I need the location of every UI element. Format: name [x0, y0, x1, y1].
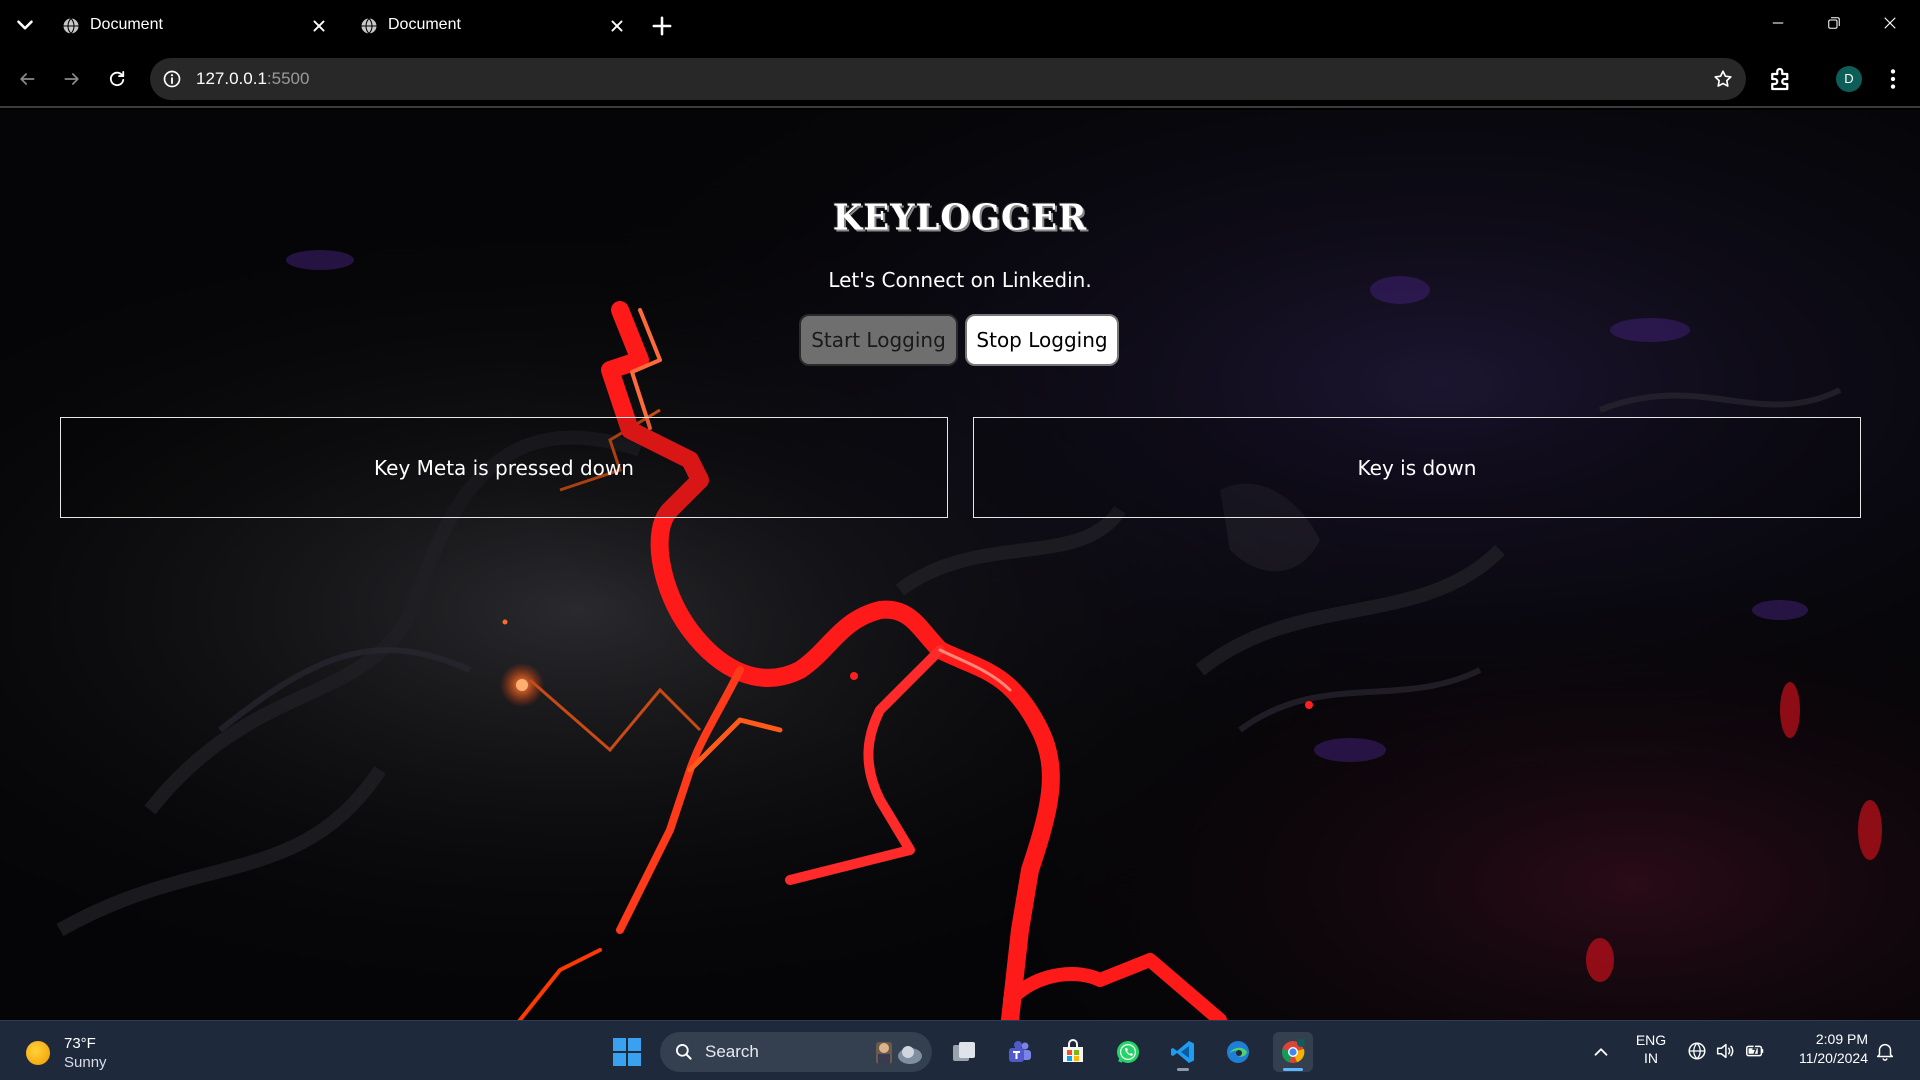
weather-condition: Sunny — [64, 1054, 107, 1071]
kebab-icon[interactable] — [1880, 66, 1906, 92]
teams-icon — [1005, 1038, 1033, 1066]
url-host: 127.0.0.1 — [196, 69, 267, 88]
tab-title: Document — [388, 16, 461, 33]
taskbar-chrome[interactable] — [1273, 1032, 1313, 1072]
arrow-right-icon — [62, 69, 82, 89]
running-indicator — [1177, 1068, 1189, 1071]
key-state-text: Key is down — [1357, 456, 1477, 480]
lang-line-1: ENG — [1635, 1032, 1667, 1048]
search-label: Search — [705, 1042, 759, 1061]
taskbar-store[interactable] — [1053, 1032, 1093, 1072]
restore-icon — [1825, 14, 1843, 32]
sun-icon — [26, 1041, 50, 1065]
volume-icon[interactable] — [1714, 1040, 1736, 1062]
stop-logging-button[interactable]: Stop Logging — [965, 314, 1119, 366]
taskbar-task-view[interactable] — [944, 1032, 984, 1072]
back-button[interactable] — [10, 62, 44, 96]
whatsapp-icon — [1114, 1038, 1142, 1066]
chrome-icon — [1279, 1038, 1307, 1066]
plus-icon[interactable] — [648, 12, 676, 40]
taskbar-edge[interactable] — [1218, 1032, 1258, 1072]
taskbar-vscode[interactable] — [1163, 1032, 1203, 1072]
page-content: KEYLOGGER Let's Connect on Linkedin. Sta… — [0, 110, 1920, 1020]
puzzle-icon[interactable] — [1766, 64, 1796, 94]
start-logging-button[interactable]: Start Logging — [799, 314, 958, 366]
weather-temp: 73°F — [64, 1035, 96, 1052]
restore-button[interactable] — [1806, 0, 1862, 48]
browser-tab[interactable]: Document — [348, 6, 638, 46]
lang-line-2: IN — [1644, 1050, 1658, 1066]
close-window-button[interactable] — [1862, 0, 1918, 48]
minimize-button[interactable] — [1750, 0, 1806, 48]
chevron-down-icon[interactable] — [12, 12, 38, 38]
globe-icon — [360, 17, 378, 35]
clock-date: 11/20/2024 — [1798, 1050, 1868, 1066]
info-icon[interactable] — [162, 69, 182, 89]
task-view-icon — [950, 1038, 978, 1066]
reload-button[interactable] — [100, 62, 134, 96]
store-icon — [1059, 1038, 1087, 1066]
windows-start-icon[interactable] — [612, 1037, 642, 1067]
vscode-icon — [1169, 1038, 1197, 1066]
edge-icon — [1224, 1038, 1252, 1066]
forward-button[interactable] — [55, 62, 89, 96]
battery-icon[interactable] — [1744, 1040, 1766, 1062]
linkedin-link[interactable]: Let's Connect on Linkedin. — [0, 268, 1920, 292]
avatar[interactable]: D — [1836, 66, 1862, 92]
taskbar-teams[interactable] — [999, 1032, 1039, 1072]
close-icon — [1881, 14, 1899, 32]
page-viewport: KEYLOGGER Let's Connect on Linkedin. Sta… — [0, 110, 1920, 1020]
minimize-icon — [1769, 14, 1787, 32]
key-event-text: Key Meta is pressed down — [374, 456, 634, 480]
weather-widget[interactable]: 73°F Sunny — [18, 1031, 128, 1073]
taskbar-whatsapp[interactable] — [1108, 1032, 1148, 1072]
taskbar: 73°F Sunny Search ENG IN 2:09 PM 11/20/2… — [0, 1020, 1920, 1080]
globe-icon — [62, 17, 80, 35]
notification-bell-icon[interactable] — [1874, 1040, 1896, 1062]
browser-toolbar: 127.0.0.1:5500 D — [0, 52, 1920, 108]
chevron-up-icon[interactable] — [1590, 1041, 1612, 1063]
browser-tab-strip: Document Document — [0, 0, 1920, 52]
active-indicator — [1283, 1068, 1303, 1071]
address-bar[interactable]: 127.0.0.1:5500 — [150, 58, 1746, 100]
taskbar-search[interactable]: Search — [660, 1032, 932, 1072]
key-state-box: Key is down — [973, 417, 1861, 518]
key-event-box: Key Meta is pressed down — [60, 417, 948, 518]
page-title: KEYLOGGER — [832, 197, 1088, 239]
browser-tab[interactable]: Document — [50, 6, 340, 46]
clock-time: 2:09 PM — [1815, 1031, 1868, 1047]
input-language[interactable]: ENG IN — [1630, 1031, 1672, 1067]
reload-icon — [107, 69, 127, 89]
url-port: :5500 — [266, 69, 310, 88]
close-icon[interactable] — [308, 15, 330, 37]
star-icon[interactable] — [1712, 68, 1734, 90]
arrow-left-icon — [17, 69, 37, 89]
globe-icon[interactable] — [1686, 1040, 1708, 1062]
tab-title: Document — [90, 16, 163, 33]
system-clock[interactable]: 2:09 PM 11/20/2024 — [1778, 1030, 1868, 1068]
url-text[interactable]: 127.0.0.1:5500 — [196, 69, 309, 89]
search-icon — [674, 1042, 694, 1062]
close-icon[interactable] — [606, 15, 628, 37]
search-highlight-icon — [872, 1036, 924, 1068]
